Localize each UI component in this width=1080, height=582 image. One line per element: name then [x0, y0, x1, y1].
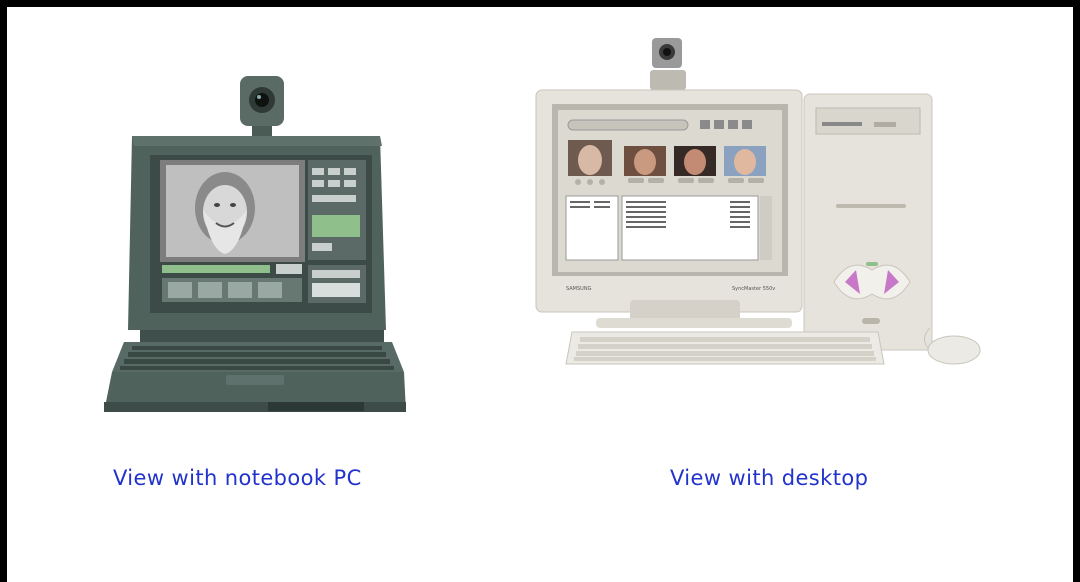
desktop-pc-image[interactable]: SAMSUNG SyncMaster 550v — [535, 38, 981, 365]
devices-illustration: SAMSUNG SyncMaster 550v — [104, 38, 981, 412]
notebook-pc-image[interactable] — [104, 76, 406, 412]
monitor-model-label: SyncMaster 550v — [732, 286, 775, 292]
desktop-view-link[interactable]: View with desktop — [670, 466, 868, 490]
notebook-webcam-icon — [240, 76, 284, 136]
notebook-view-link[interactable]: View with notebook PC — [113, 466, 362, 490]
mouse-icon — [924, 327, 981, 365]
desktop-webcam-icon — [650, 38, 686, 90]
monitor-brand-label: SAMSUNG — [566, 286, 592, 292]
